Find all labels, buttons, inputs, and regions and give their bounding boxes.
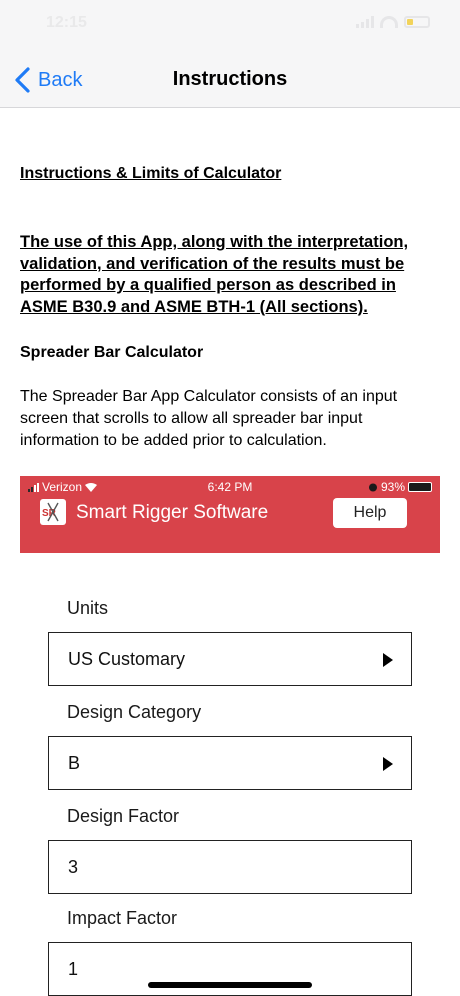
- battery-icon: [404, 16, 430, 28]
- status-indicators: [356, 16, 430, 28]
- triangle-right-icon: [383, 757, 393, 771]
- triangle-right-icon: [383, 653, 393, 667]
- smart-rigger-logo: SR: [40, 499, 66, 525]
- status-bar: 12:15: [0, 0, 460, 50]
- design-factor-input[interactable]: 3: [48, 840, 412, 894]
- design-factor-label: Design Factor: [67, 806, 180, 826]
- page-title: Instructions: [172, 68, 288, 90]
- home-indicator[interactable]: [148, 982, 312, 988]
- brand-name: Smart Rigger Software: [76, 502, 269, 523]
- units-select[interactable]: US Customary: [48, 632, 412, 686]
- description-text: The Spreader Bar App Calculator consists…: [20, 388, 398, 449]
- instructions-heading: Instructions & Limits of Calculator: [20, 165, 282, 182]
- warning-text: The use of this App, along with the inte…: [20, 233, 409, 316]
- section-title: Spreader Bar Calculator: [20, 344, 204, 361]
- units-value: US Customary: [68, 649, 186, 669]
- navigation-bar: Back Instructions: [0, 50, 460, 108]
- design-category-label: Design Category: [67, 702, 202, 722]
- alarm-icon: [368, 483, 377, 492]
- embedded-battery-icon: [408, 482, 432, 492]
- units-label: Units: [67, 598, 109, 618]
- embedded-battery-percent: 93%: [380, 480, 405, 494]
- status-time: 12:15: [46, 14, 87, 31]
- impact-factor-label: Impact Factor: [67, 908, 178, 928]
- wifi-icon: [380, 16, 398, 28]
- design-category-value: B: [68, 753, 81, 773]
- design-factor-value: 3: [68, 857, 79, 877]
- embedded-app-header: Verizon 6:42 PM 93% SR Smart Rigger Soft…: [20, 476, 440, 553]
- design-category-select[interactable]: B: [48, 736, 412, 790]
- signal-icon: [356, 16, 374, 28]
- embedded-status-bar: Verizon 6:42 PM 93%: [20, 480, 440, 494]
- impact-factor-value: 1: [68, 959, 79, 979]
- help-button: Help: [333, 498, 407, 528]
